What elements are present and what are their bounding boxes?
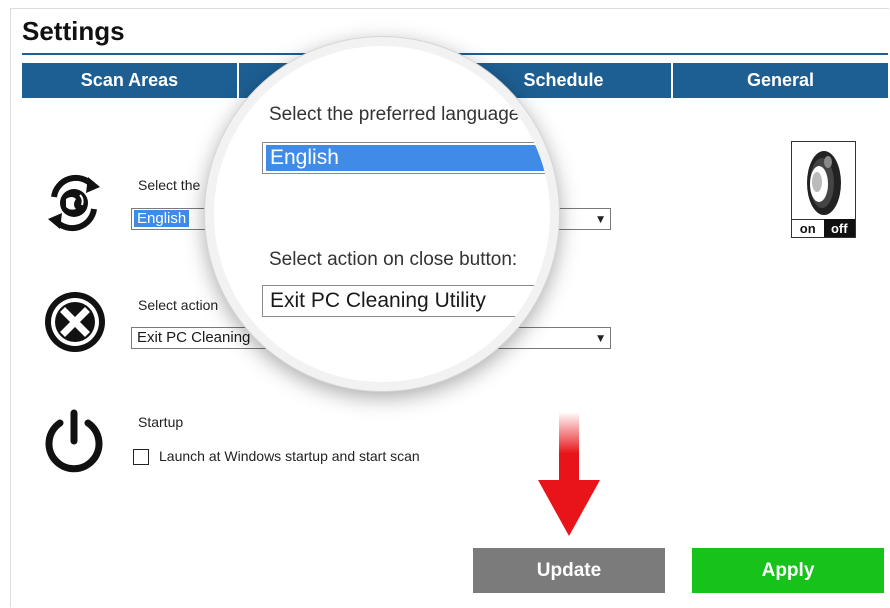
startup-checkbox[interactable] [133, 449, 149, 465]
sound-toggle[interactable]: on off [791, 141, 856, 238]
language-value: English [134, 210, 190, 227]
close-circle-icon [45, 292, 105, 352]
close-action-label: Select action [138, 297, 219, 313]
sound-on-label[interactable]: on [792, 219, 824, 237]
zoomed-close-action-select[interactable]: Exit PC Cleaning Utility [262, 285, 550, 317]
update-button[interactable]: Update [473, 548, 665, 593]
language-label: Select the [138, 177, 201, 193]
sound-off-label[interactable]: off [823, 219, 855, 237]
startup-checkbox-label: Launch at Windows startup and start scan [159, 448, 420, 464]
refresh-globe-icon [48, 174, 100, 232]
magnifier-lens: Select the preferred language: English S… [205, 37, 559, 391]
zoomed-language-select[interactable]: English [262, 142, 550, 174]
tab-general[interactable]: General [673, 63, 888, 98]
dropdown-arrow-icon: ▼ [597, 215, 604, 225]
tab-scan-areas[interactable]: Scan Areas [22, 63, 239, 98]
startup-label: Startup [138, 414, 184, 430]
sound-on-off: on off [792, 219, 855, 237]
zoomed-close-action-value: Exit PC Cleaning Utility [270, 289, 486, 312]
zoomed-language-label: Select the preferred language: [269, 104, 525, 125]
zoomed-close-action-label: Select action on close button: [269, 249, 518, 270]
zoomed-language-value: English [266, 145, 550, 171]
apply-button[interactable]: Apply [692, 548, 884, 593]
speaker-icon [807, 151, 841, 215]
arrow-down-icon [538, 412, 600, 536]
power-icon [45, 409, 103, 473]
page-title: Settings [22, 16, 125, 46]
dropdown-arrow-icon: ▼ [597, 334, 604, 344]
